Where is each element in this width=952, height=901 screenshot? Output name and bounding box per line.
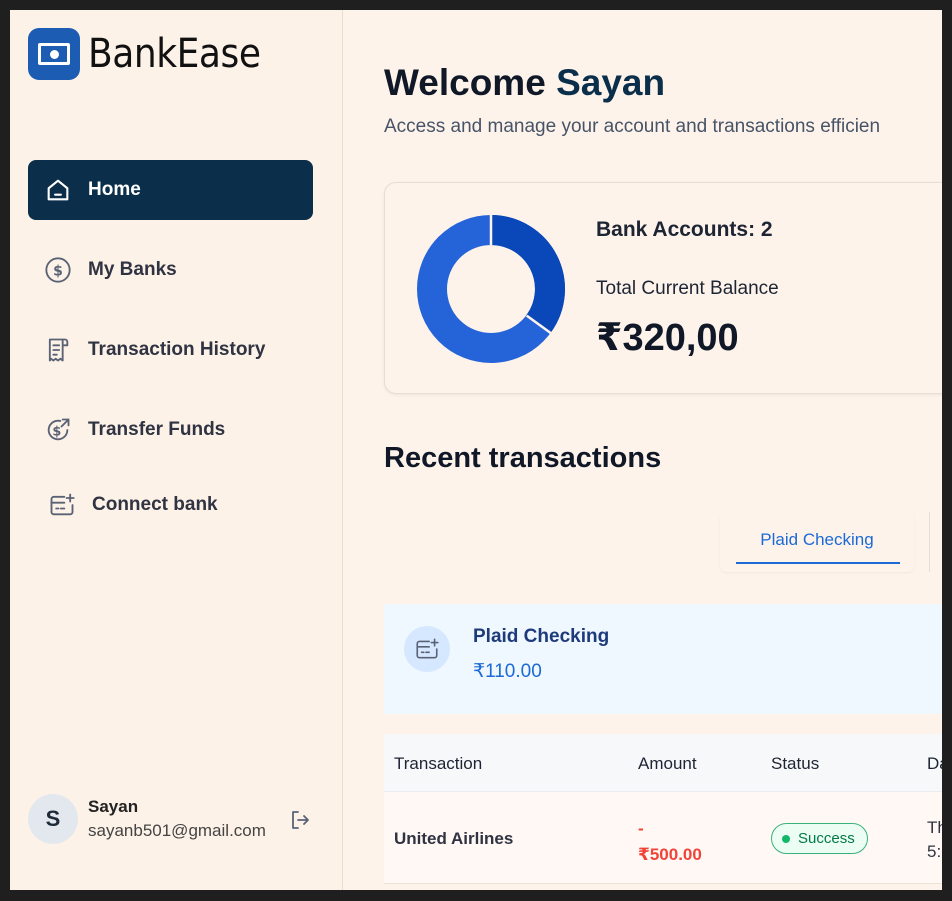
total-balance-value: ₹320,00: [596, 317, 739, 359]
money-send-icon: $: [44, 416, 72, 444]
dollar-circle-icon: $: [44, 256, 72, 284]
recent-transactions-title: Recent transactions: [384, 442, 662, 474]
sidebar-item-label: Transfer Funds: [88, 419, 226, 440]
tab-plaid-checking[interactable]: Plaid Checking: [720, 512, 914, 572]
credit-card-icon: [404, 626, 450, 672]
tab-active-indicator: [736, 562, 900, 564]
page-subtitle: Access and manage your account and trans…: [384, 116, 881, 137]
account-name: Plaid Checking: [473, 626, 610, 647]
svg-text:$: $: [52, 424, 61, 439]
date-line: Th: [927, 818, 942, 837]
main-content: Welcome Sayan Access and manage your acc…: [344, 10, 942, 890]
sidebar-item-connect-bank[interactable]: Connect bank: [28, 475, 313, 535]
balance-donut-chart: [417, 215, 565, 363]
user-email: sayanb501@gmail.com: [88, 821, 266, 840]
brand[interactable]: BankEase: [28, 28, 280, 80]
transaction-amount: - ₹500.00: [638, 816, 702, 868]
account-balance: ₹110.00: [473, 661, 542, 682]
welcome-username: Sayan: [556, 62, 666, 103]
welcome-text: Welcome: [384, 62, 546, 103]
sidebar-item-home[interactable]: Home: [28, 160, 313, 220]
column-header: Amount: [638, 754, 697, 773]
status-label: Success: [798, 830, 855, 847]
bank-accounts-count: Bank Accounts: 2: [596, 218, 773, 241]
tab-label: Plaid Checking: [760, 530, 874, 549]
transaction-date: Th 5:: [927, 816, 942, 864]
transaction-name: United Airlines: [394, 829, 514, 848]
column-header: Da: [927, 754, 942, 773]
column-header: Transaction: [394, 754, 483, 773]
user-name: Sayan: [88, 797, 139, 816]
sidebar-item-label: Transaction History: [88, 339, 266, 360]
avatar: S: [28, 794, 78, 844]
total-balance-card: Bank Accounts: 2 Total Current Balance ₹…: [384, 182, 942, 394]
status-badge: Success: [771, 823, 868, 854]
amount-value: ₹500.00: [638, 845, 702, 864]
sidebar-item-my-banks[interactable]: $ My Banks: [28, 240, 313, 300]
table-row[interactable]: United Airlines - ₹500.00 Success Th 5:: [384, 792, 942, 884]
bankease-logo-icon: [28, 28, 80, 80]
status-dot-icon: [782, 834, 790, 843]
account-info-banner: Plaid Checking ₹110.00: [384, 604, 942, 714]
sidebar-item-transfer-funds[interactable]: $ Transfer Funds: [28, 400, 313, 460]
sidebar-item-label: Home: [88, 179, 141, 200]
connect-bank-icon: [48, 491, 76, 519]
sidebar-item-transaction-history[interactable]: Transaction History: [28, 320, 313, 380]
sidebar-item-label: My Banks: [88, 259, 177, 280]
sidebar: BankEase Home $ My Banks Transaction His…: [10, 10, 343, 890]
receipt-icon: [44, 336, 72, 364]
app-window: BankEase Home $ My Banks Transaction His…: [10, 10, 942, 890]
logout-icon[interactable]: [288, 808, 312, 832]
column-header: Status: [771, 754, 820, 773]
page-title: Welcome Sayan: [384, 62, 665, 104]
brand-name: BankEase: [88, 31, 261, 77]
user-profile: S Sayan sayanb501@gmail.com: [28, 792, 328, 846]
transactions-table-header: Transaction Amount Status Da: [384, 734, 942, 792]
amount-sign: -: [638, 819, 644, 838]
svg-text:$: $: [53, 263, 63, 279]
time-line: 5:: [927, 842, 942, 861]
home-icon: [44, 176, 72, 204]
total-balance-label: Total Current Balance: [596, 278, 779, 299]
sidebar-item-label: Connect bank: [92, 494, 218, 515]
tab-next-partial[interactable]: [929, 512, 942, 572]
